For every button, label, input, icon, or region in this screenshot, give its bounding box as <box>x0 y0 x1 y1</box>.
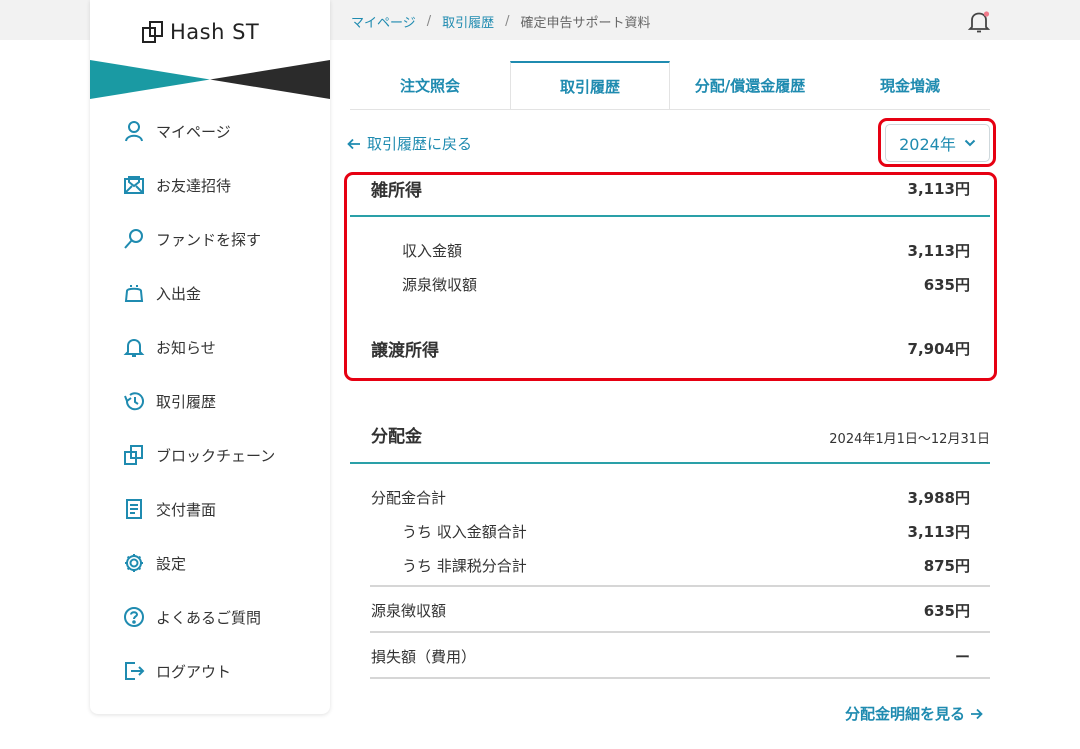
revenue-value: 3,113円 <box>907 242 970 260</box>
sidebar-item-label: ログアウト <box>156 663 232 681</box>
revenue-total-label: うち 収入金額合計 <box>402 523 527 541</box>
nontaxable-total-row: うち 非課税分合計 875円 <box>402 555 970 576</box>
tab-cash-changes[interactable]: 現金増減 <box>830 61 990 110</box>
breadcrumb-separator: / <box>505 14 510 29</box>
distribution-title: 分配金 <box>371 427 422 447</box>
breadcrumb-history[interactable]: 取引履歴 <box>442 12 494 31</box>
misc-income-value: 3,113円 <box>907 180 970 198</box>
sidebar-item-label: お知らせ <box>156 339 216 357</box>
transfer-income-row: 譲渡所得 7,904円 <box>371 336 970 361</box>
row-divider <box>370 677 990 679</box>
withholding-row: 源泉徴収額 635円 <box>402 274 970 295</box>
sidebar-item-label: マイページ <box>156 123 231 141</box>
sidebar-item-label: よくあるご質問 <box>156 609 262 627</box>
sidebar-item-history[interactable]: 取引履歴 <box>90 382 330 422</box>
breadcrumb: マイページ / 取引履歴 / 確定申告サポート資料 <box>351 12 651 31</box>
detail-link-label: 分配金明細を見る <box>845 705 966 723</box>
section-divider <box>350 215 990 217</box>
logo-mark-icon <box>142 21 163 43</box>
loss-label: 損失額（費用） <box>371 648 477 666</box>
tab-label: 取引履歴 <box>559 78 620 96</box>
tab-label: 注文照会 <box>399 77 460 95</box>
sidebar-item-label: 設定 <box>156 555 187 573</box>
notification-bell-icon[interactable] <box>966 9 992 35</box>
sidebar-item-documents[interactable]: 交付書面 <box>90 490 330 530</box>
row-divider <box>370 631 990 633</box>
withholding-value: 635円 <box>923 276 970 294</box>
sidebar-item-mypage[interactable]: マイページ <box>90 112 330 152</box>
sidebar-item-faq[interactable]: よくあるご質問 <box>90 598 330 638</box>
question-icon <box>124 607 144 627</box>
wallet-icon <box>124 285 144 302</box>
revenue-total-value: 3,113円 <box>907 523 970 541</box>
nontaxable-total-value: 875円 <box>923 557 970 575</box>
revenue-label: 収入金額 <box>402 242 463 260</box>
sidebar-item-invite[interactable]: お友達招待 <box>90 166 330 206</box>
sidebar-item-label: 入出金 <box>156 285 202 303</box>
section-divider <box>350 462 990 464</box>
sidebar-item-label: お友達招待 <box>156 177 232 195</box>
logo-text: Hash ST <box>170 20 260 44</box>
history-icon <box>124 392 144 411</box>
sidebar-item-label: ブロックチェーン <box>156 447 276 465</box>
tab-distribution-history[interactable]: 分配/償還金履歴 <box>670 61 830 110</box>
distribution-title-row: 分配金 <box>371 422 671 447</box>
distribution-detail-link[interactable]: 分配金明細を見る <box>845 703 983 724</box>
sidebar-item-news[interactable]: お知らせ <box>90 328 330 368</box>
sidebar-item-label: 取引履歴 <box>156 393 217 411</box>
document-icon <box>126 499 142 519</box>
arrow-left-icon <box>347 138 360 149</box>
transfer-income-value: 7,904円 <box>907 340 970 358</box>
distribution-withholding-row: 源泉徴収額 635円 <box>371 600 970 621</box>
year-select-value: 2024年 <box>899 135 956 154</box>
sidebar-item-blockchain[interactable]: ブロックチェーン <box>90 436 330 476</box>
breadcrumb-mypage[interactable]: マイページ <box>351 12 416 31</box>
loss-value: ー <box>954 648 970 666</box>
revenue-row: 収入金額 3,113円 <box>402 240 970 261</box>
withholding-label: 源泉徴収額 <box>402 276 478 294</box>
logo[interactable]: Hash ST <box>142 20 259 44</box>
tab-bar: 注文照会 取引履歴 分配/償還金履歴 現金増減 <box>350 61 990 110</box>
distribution-total-row: 分配金合計 3,988円 <box>371 487 970 508</box>
sidebar-item-label: ファンドを探す <box>156 231 262 249</box>
tabs-divider <box>350 109 990 110</box>
chevron-down-icon <box>964 139 976 147</box>
distribution-period: 2024年1月1日〜12月31日 <box>829 432 990 447</box>
user-icon <box>125 121 143 142</box>
back-link-label: 取引履歴に戻る <box>367 135 473 153</box>
sidebar-item-label: 交付書面 <box>156 501 217 519</box>
nontaxable-total-label: うち 非課税分合計 <box>402 557 527 575</box>
breadcrumb-separator: / <box>426 14 432 29</box>
tab-label: 現金増減 <box>879 77 940 95</box>
misc-income-label: 雑所得 <box>371 181 422 201</box>
bell-icon <box>123 338 145 357</box>
sidebar-item-logout[interactable]: ログアウト <box>90 652 330 692</box>
distribution-withholding-label: 源泉徴収額 <box>371 602 447 620</box>
gear-icon <box>125 554 143 572</box>
blockchain-icon <box>124 445 143 465</box>
transfer-income-label: 譲渡所得 <box>371 341 439 361</box>
tab-label: 分配/償還金履歴 <box>694 77 806 95</box>
distribution-withholding-value: 635円 <box>923 602 970 620</box>
sidebar: Hash ST マイページ お友達招待 ファンドを探す 入出金 お知らせ 取引履… <box>90 0 330 714</box>
tab-order-inquiry[interactable]: 注文照会 <box>350 61 510 110</box>
sidebar-item-find-fund[interactable]: ファンドを探す <box>90 220 330 260</box>
tab-transaction-history[interactable]: 取引履歴 <box>510 61 670 110</box>
year-select[interactable]: 2024年 <box>885 124 990 162</box>
mail-invite-icon <box>124 176 144 194</box>
distribution-total-label: 分配金合計 <box>371 489 447 507</box>
misc-income-row: 雑所得 3,113円 <box>371 176 970 201</box>
back-to-history-link[interactable]: 取引履歴に戻る <box>347 133 472 154</box>
arrow-right-icon <box>971 708 983 719</box>
loss-row: 損失額（費用） ー <box>371 646 970 667</box>
sidebar-banner <box>90 60 330 99</box>
search-icon <box>124 229 143 249</box>
sidebar-item-deposit-withdrawal[interactable]: 入出金 <box>90 274 330 314</box>
sidebar-item-settings[interactable]: 設定 <box>90 544 330 584</box>
distribution-total-value: 3,988円 <box>907 489 970 507</box>
breadcrumb-current: 確定申告サポート資料 <box>520 16 651 31</box>
logout-icon <box>125 662 145 680</box>
row-divider <box>370 585 990 587</box>
revenue-total-row: うち 収入金額合計 3,113円 <box>402 521 970 542</box>
